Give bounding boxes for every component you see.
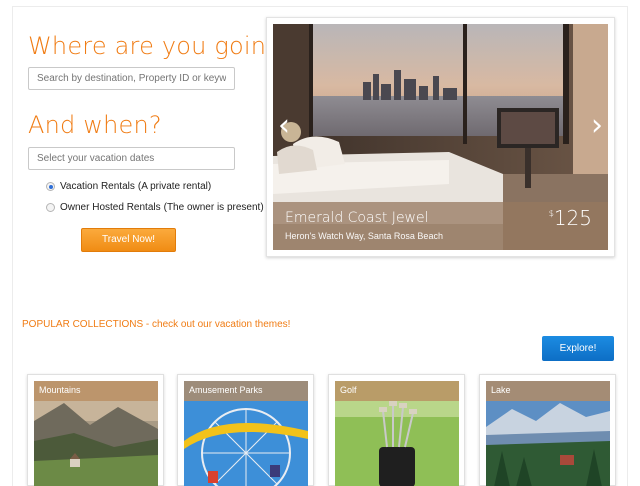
- featured-property-slideshow: ‹ › Emerald Coast Jewel Heron's Watch Wa…: [266, 17, 615, 257]
- collection-label: Amusement Parks: [184, 381, 308, 401]
- hero-title[interactable]: Emerald Coast Jewel: [285, 210, 429, 226]
- destination-heading: Where are you going?: [28, 32, 294, 60]
- explore-button[interactable]: Explore!: [542, 336, 614, 361]
- collection-label: Lake: [486, 381, 610, 401]
- dates-heading: And when?: [28, 111, 162, 139]
- collection-card-golf[interactable]: Golf: [328, 374, 465, 486]
- collection-photo[interactable]: Golf: [335, 381, 459, 486]
- collection-card-lake[interactable]: Lake: [479, 374, 616, 486]
- popular-collections-title: POPULAR COLLECTIONS - check out our vaca…: [22, 319, 291, 330]
- hero-location: Heron's Watch Way, Santa Rosa Beach: [285, 231, 443, 241]
- radio-selected-icon[interactable]: [46, 182, 55, 191]
- price-currency: $: [548, 209, 554, 218]
- hero-caption: Emerald Coast Jewel Heron's Watch Way, S…: [273, 202, 608, 250]
- collection-card-amusement-parks[interactable]: Amusement Parks: [177, 374, 314, 486]
- radio-unselected-icon[interactable]: [46, 203, 55, 212]
- hero-price: $125: [549, 206, 592, 230]
- collection-card-mountains[interactable]: Mountains: [27, 374, 164, 486]
- collection-photo[interactable]: Lake: [486, 381, 610, 486]
- rental-type-owner-hosted-option[interactable]: Owner Hosted Rentals (The owner is prese…: [46, 202, 264, 213]
- destination-search-input[interactable]: [28, 67, 235, 90]
- collection-photo[interactable]: Mountains: [34, 381, 158, 486]
- price-amount: 125: [553, 206, 592, 230]
- collection-photo[interactable]: Amusement Parks: [184, 381, 308, 486]
- rental-type-note: (The owner is present): [163, 202, 264, 213]
- chevron-left-icon[interactable]: ‹: [275, 108, 293, 144]
- travel-now-button[interactable]: Travel Now!: [81, 228, 176, 252]
- rental-type-note: (A private rental): [137, 181, 212, 192]
- featured-property-photo[interactable]: ‹ › Emerald Coast Jewel Heron's Watch Wa…: [273, 24, 608, 250]
- collection-label: Golf: [335, 381, 459, 401]
- rental-type-label: Vacation Rentals: [60, 181, 135, 192]
- collection-label: Mountains: [34, 381, 158, 401]
- chevron-right-icon[interactable]: ›: [588, 108, 606, 144]
- rental-type-vacation-option[interactable]: Vacation Rentals (A private rental): [46, 181, 211, 192]
- rental-type-label: Owner Hosted Rentals: [60, 202, 161, 213]
- vacation-dates-input[interactable]: [28, 147, 235, 170]
